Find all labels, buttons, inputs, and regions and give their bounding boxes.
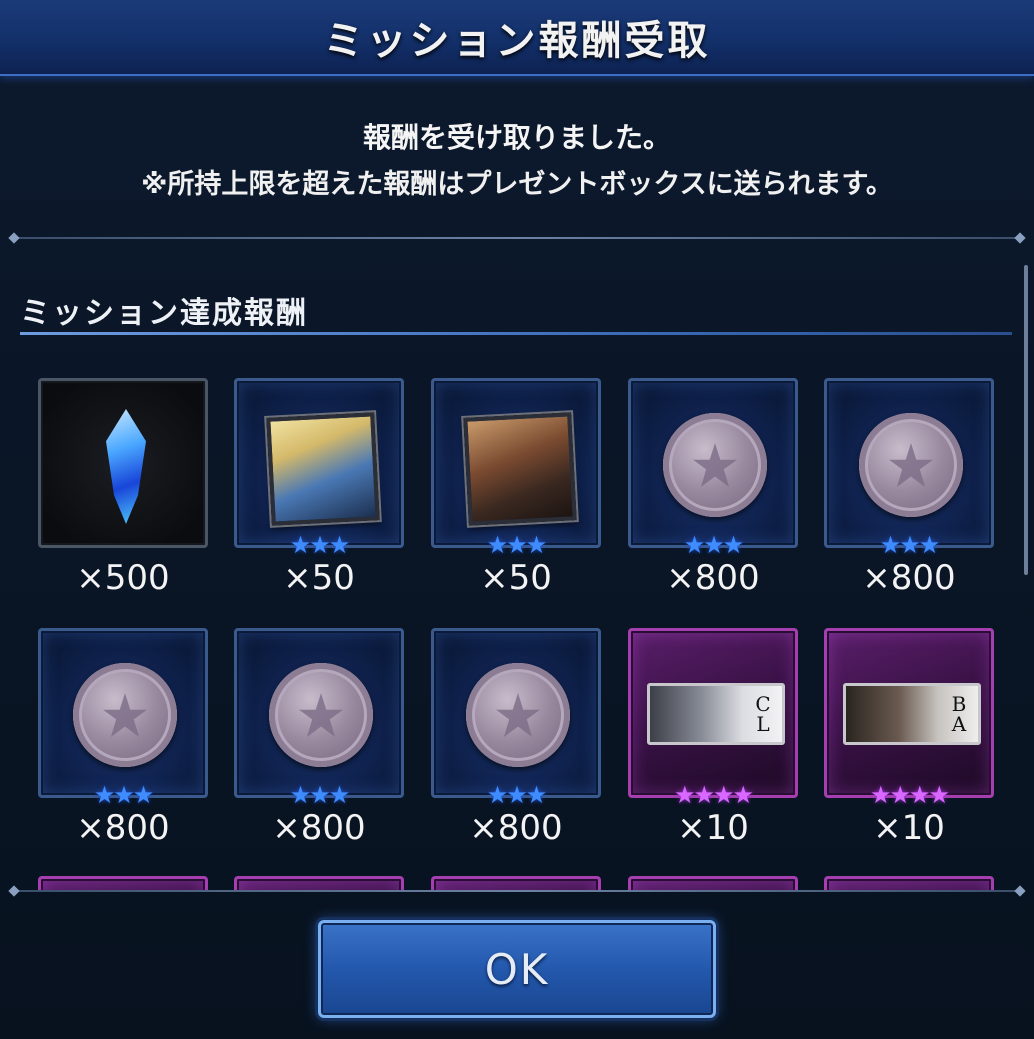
item-frame <box>628 876 798 890</box>
item-frame <box>431 628 601 798</box>
rarity-stars: ★★★ <box>683 531 745 559</box>
item-frame <box>628 378 798 548</box>
ticket-code: CL <box>755 692 771 736</box>
item-quantity: ×50 <box>480 558 552 598</box>
rarity-stars: ★★★ <box>289 531 351 559</box>
item-quantity: ×800 <box>862 558 956 598</box>
reward-item: ★★★ ×800 <box>824 378 994 598</box>
item-frame <box>38 628 208 798</box>
reward-item: BA ★★★★ ×10 <box>824 628 994 848</box>
item-quantity: ×800 <box>272 808 366 848</box>
received-message: 報酬を受け取りました。 <box>362 121 671 154</box>
reward-item: ★★★ ×800 <box>38 628 208 848</box>
barret-ticket-icon: BA <box>843 683 981 745</box>
dialog-title: ミッション報酬受取 <box>323 18 711 64</box>
rarity-stars: ★★★★ <box>869 781 950 809</box>
ticket-code: BA <box>951 692 967 736</box>
item-quantity: ×10 <box>677 808 749 848</box>
item-quantity: ×800 <box>666 558 760 598</box>
crystal-icon <box>106 409 146 524</box>
item-quantity: ×500 <box>76 558 170 598</box>
reward-item <box>824 876 994 890</box>
rarity-stars: ★★★ <box>93 781 155 809</box>
reward-item <box>38 876 208 890</box>
ok-button-label: OK <box>484 944 550 994</box>
item-frame <box>824 378 994 548</box>
item-frame <box>824 876 994 890</box>
rarity-stars: ★★★ <box>879 531 941 559</box>
item-frame: CL <box>628 628 798 798</box>
rarity-stars: ★★★ <box>289 781 351 809</box>
reward-item: ★★★ ×50 <box>234 378 404 598</box>
rarity-stars: ★★★ <box>486 531 548 559</box>
reward-item: ★★★ ×50 <box>431 378 601 598</box>
item-frame <box>38 876 208 890</box>
coin-icon <box>269 663 373 767</box>
reward-dialog: ミッション報酬受取 報酬を受け取りました。 ※所持上限を超えた報酬はプレゼントボ… <box>0 0 1034 1039</box>
scrollbar[interactable] <box>1024 265 1028 575</box>
ok-button[interactable]: OK <box>318 920 716 1018</box>
rarity-stars: ★★★★ <box>673 781 754 809</box>
item-frame: BA <box>824 628 994 798</box>
item-frame <box>431 876 601 890</box>
item-frame <box>38 378 208 548</box>
item-frame <box>234 628 404 798</box>
coin-icon <box>73 663 177 767</box>
divider-bottom <box>8 885 1026 897</box>
item-frame <box>234 378 404 548</box>
reward-item: ★★★ ×800 <box>628 378 798 598</box>
reward-grid[interactable]: ×500 ★★★ ×50 ★★★ ×50 ★★★ ×800 ★★★ ×800 ★… <box>0 350 1024 890</box>
reward-item <box>431 876 601 890</box>
cloud-ticket-icon: CL <box>647 683 785 745</box>
reward-item: CL ★★★★ ×10 <box>628 628 798 848</box>
reward-item <box>234 876 404 890</box>
item-quantity: ×800 <box>76 808 170 848</box>
rarity-stars: ★★★ <box>486 781 548 809</box>
reward-item: ★★★ ×800 <box>431 628 601 848</box>
item-frame <box>234 876 404 890</box>
divider-top <box>8 232 1026 244</box>
item-quantity: ×10 <box>873 808 945 848</box>
cloud-portrait-icon <box>266 412 380 526</box>
overflow-note: ※所持上限を超えた報酬はプレゼントボックスに送られます。 <box>141 169 893 200</box>
section-underline <box>20 332 1012 335</box>
title-bar: ミッション報酬受取 <box>0 0 1034 76</box>
reward-item: ★★★ ×800 <box>234 628 404 848</box>
reward-item <box>628 876 798 890</box>
coin-icon <box>859 413 963 517</box>
coin-icon <box>663 413 767 517</box>
item-quantity: ×50 <box>283 558 355 598</box>
barret-portrait-icon <box>463 412 577 526</box>
reward-item: ×500 <box>38 378 208 598</box>
item-frame <box>431 378 601 548</box>
section-title: ミッション達成報酬 <box>20 296 308 331</box>
coin-icon <box>466 663 570 767</box>
item-quantity: ×800 <box>469 808 563 848</box>
